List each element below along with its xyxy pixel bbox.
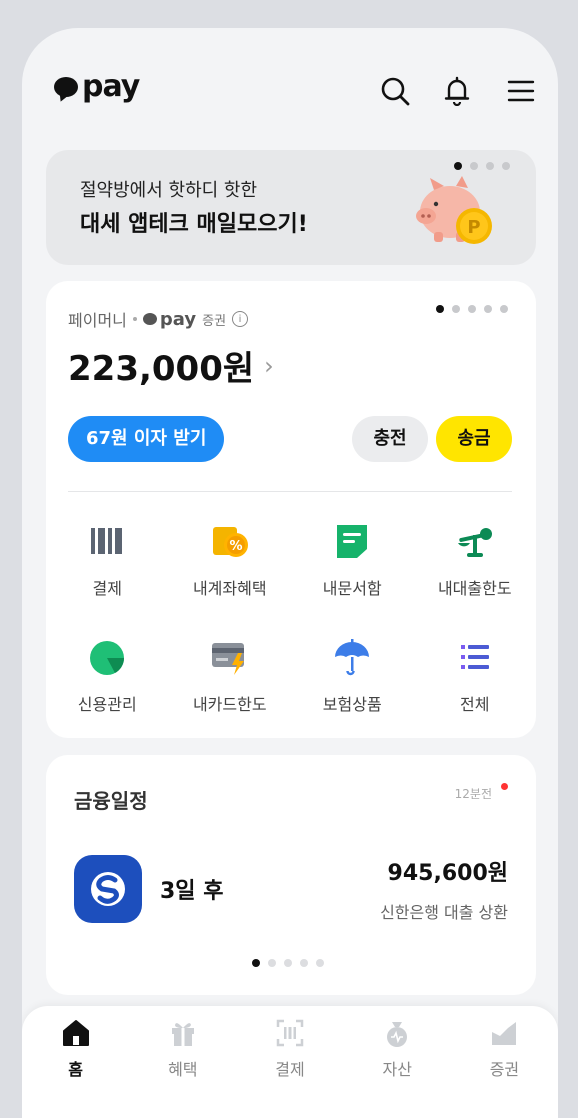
schedule-when: 3일 후 (160, 879, 224, 904)
schedule-page-indicator (252, 959, 324, 967)
barcode-icon (91, 528, 123, 554)
service-payment[interactable]: 결제 (46, 507, 169, 599)
service-documents[interactable]: 내문서함 (291, 507, 414, 599)
banner-subtitle: 절약방에서 핫하디 핫한 (80, 180, 258, 201)
money-bag-icon (387, 1022, 408, 1047)
send-button[interactable]: 송금 (436, 416, 512, 462)
shinhan-bank-logo (74, 855, 142, 923)
app-screen: pay 절약방에서 핫하디 핫한 대세 앱테크 매일모으기! P 페이머니 pa… (22, 28, 558, 1118)
scale-icon (457, 528, 492, 557)
page-dot (284, 959, 292, 967)
nav-stocks[interactable]: 증권 (451, 1018, 558, 1080)
search-icon[interactable] (380, 76, 410, 106)
service-card-limit[interactable]: 내카드한도 (169, 623, 292, 715)
schedule-title: 금융일정 (74, 789, 148, 813)
page-dot (484, 305, 492, 313)
interest-button[interactable]: 67원 이자 받기 (68, 416, 225, 462)
logo-text: pay (82, 69, 140, 104)
bell-icon[interactable] (442, 76, 472, 106)
nav-assets[interactable]: 자산 (344, 1018, 451, 1080)
service-all[interactable]: 전체 (414, 623, 537, 715)
service-credit[interactable]: 신용관리 (46, 623, 169, 715)
nav-label: 증권 (489, 1060, 520, 1079)
banner-page-indicator (454, 162, 510, 170)
nav-home[interactable]: 홈 (22, 1018, 129, 1080)
service-grid: 결제 % 내계좌혜택 내문서함 내대출한도 신용관리 내카드한도 보험상품 전체 (46, 507, 536, 715)
kakao-bubble-icon (142, 313, 157, 325)
schedule-updated: 12분전 (454, 787, 492, 801)
header: pay (22, 28, 558, 148)
svg-text:%: % (229, 539, 242, 554)
page-dot (468, 305, 476, 313)
service-insurance[interactable]: 보험상품 (291, 623, 414, 715)
promo-banner[interactable]: 절약방에서 핫하디 핫한 대세 앱테크 매일모으기! P (46, 150, 536, 265)
schedule-amount: 945,600원 (387, 861, 508, 886)
balance-amount: 223,000원 (68, 349, 255, 389)
service-loan-limit[interactable]: 내대출한도 (414, 507, 537, 599)
banner-title: 대세 앱테크 매일모으기! (80, 212, 308, 237)
separator-dot (132, 317, 137, 321)
page-dot (436, 305, 444, 313)
balance[interactable]: 223,000원 › (68, 341, 274, 390)
nav-label: 결제 (275, 1060, 305, 1079)
menu-icon[interactable] (506, 76, 536, 106)
finance-schedule-card[interactable]: 금융일정 12분전 3일 후 945,600원 신한은행 대출 상환 (46, 755, 536, 995)
account-benefit-icon: % (212, 527, 248, 557)
service-label: 내계좌혜택 (192, 579, 267, 598)
page-dot (268, 959, 276, 967)
page-dot (502, 162, 510, 170)
page-dot (454, 162, 462, 170)
service-label: 결제 (92, 579, 122, 598)
card-limit-icon (211, 643, 244, 675)
new-badge (501, 783, 508, 790)
coin-letter: P (467, 217, 480, 238)
service-label: 내문서함 (322, 579, 382, 598)
nav-label: 자산 (382, 1060, 412, 1079)
service-label: 전체 (460, 695, 490, 714)
page-dot (470, 162, 478, 170)
kakao-bubble-icon (54, 77, 78, 97)
divider (68, 491, 512, 492)
piggy-bank-icon: P (416, 176, 492, 244)
money-page-indicator (436, 305, 508, 313)
page-dot (486, 162, 494, 170)
umbrella-icon (335, 639, 370, 676)
nav-benefits[interactable]: 혜택 (129, 1018, 236, 1080)
nav-label: 혜택 (168, 1060, 198, 1079)
bottom-nav: 홈 혜택 결제 자산 증권 (22, 1006, 558, 1118)
money-label: 페이머니 (68, 311, 127, 330)
schedule-description: 신한은행 대출 상환 (380, 903, 508, 922)
nav-payment[interactable]: 결제 (236, 1018, 343, 1080)
home-icon (62, 1020, 89, 1046)
charge-button[interactable]: 충전 (352, 416, 428, 462)
pay-brand-text: pay (159, 308, 197, 330)
service-label: 신용관리 (77, 695, 137, 714)
pay-brand: pay (142, 308, 197, 330)
money-label-row: 페이머니 pay 증권 i (68, 307, 249, 331)
stock-icon (492, 1022, 517, 1045)
page-dot (316, 959, 324, 967)
page-dot (500, 305, 508, 313)
chevron-right-icon: › (264, 351, 274, 380)
credit-chart-icon (90, 641, 125, 675)
bank-logo-icon (91, 872, 125, 906)
pay-money-card: 페이머니 pay 증권 i 223,000원 › 67원 이자 받기 충전 송금 (46, 281, 536, 738)
nav-label: 홈 (68, 1060, 83, 1079)
page-dot (252, 959, 260, 967)
service-account-benefit[interactable]: % 내계좌혜택 (169, 507, 292, 599)
info-icon[interactable]: i (232, 311, 249, 327)
scan-icon (276, 1019, 304, 1047)
service-label: 내카드한도 (192, 695, 267, 714)
service-label: 내대출한도 (437, 579, 512, 598)
page-dot (300, 959, 308, 967)
document-icon (337, 525, 368, 558)
pay-logo[interactable]: pay (54, 69, 140, 104)
securities-label: 증권 (202, 313, 227, 329)
page-dot (452, 305, 460, 313)
gift-icon (171, 1023, 194, 1046)
service-label: 보험상품 (322, 695, 382, 714)
list-icon (460, 645, 489, 669)
